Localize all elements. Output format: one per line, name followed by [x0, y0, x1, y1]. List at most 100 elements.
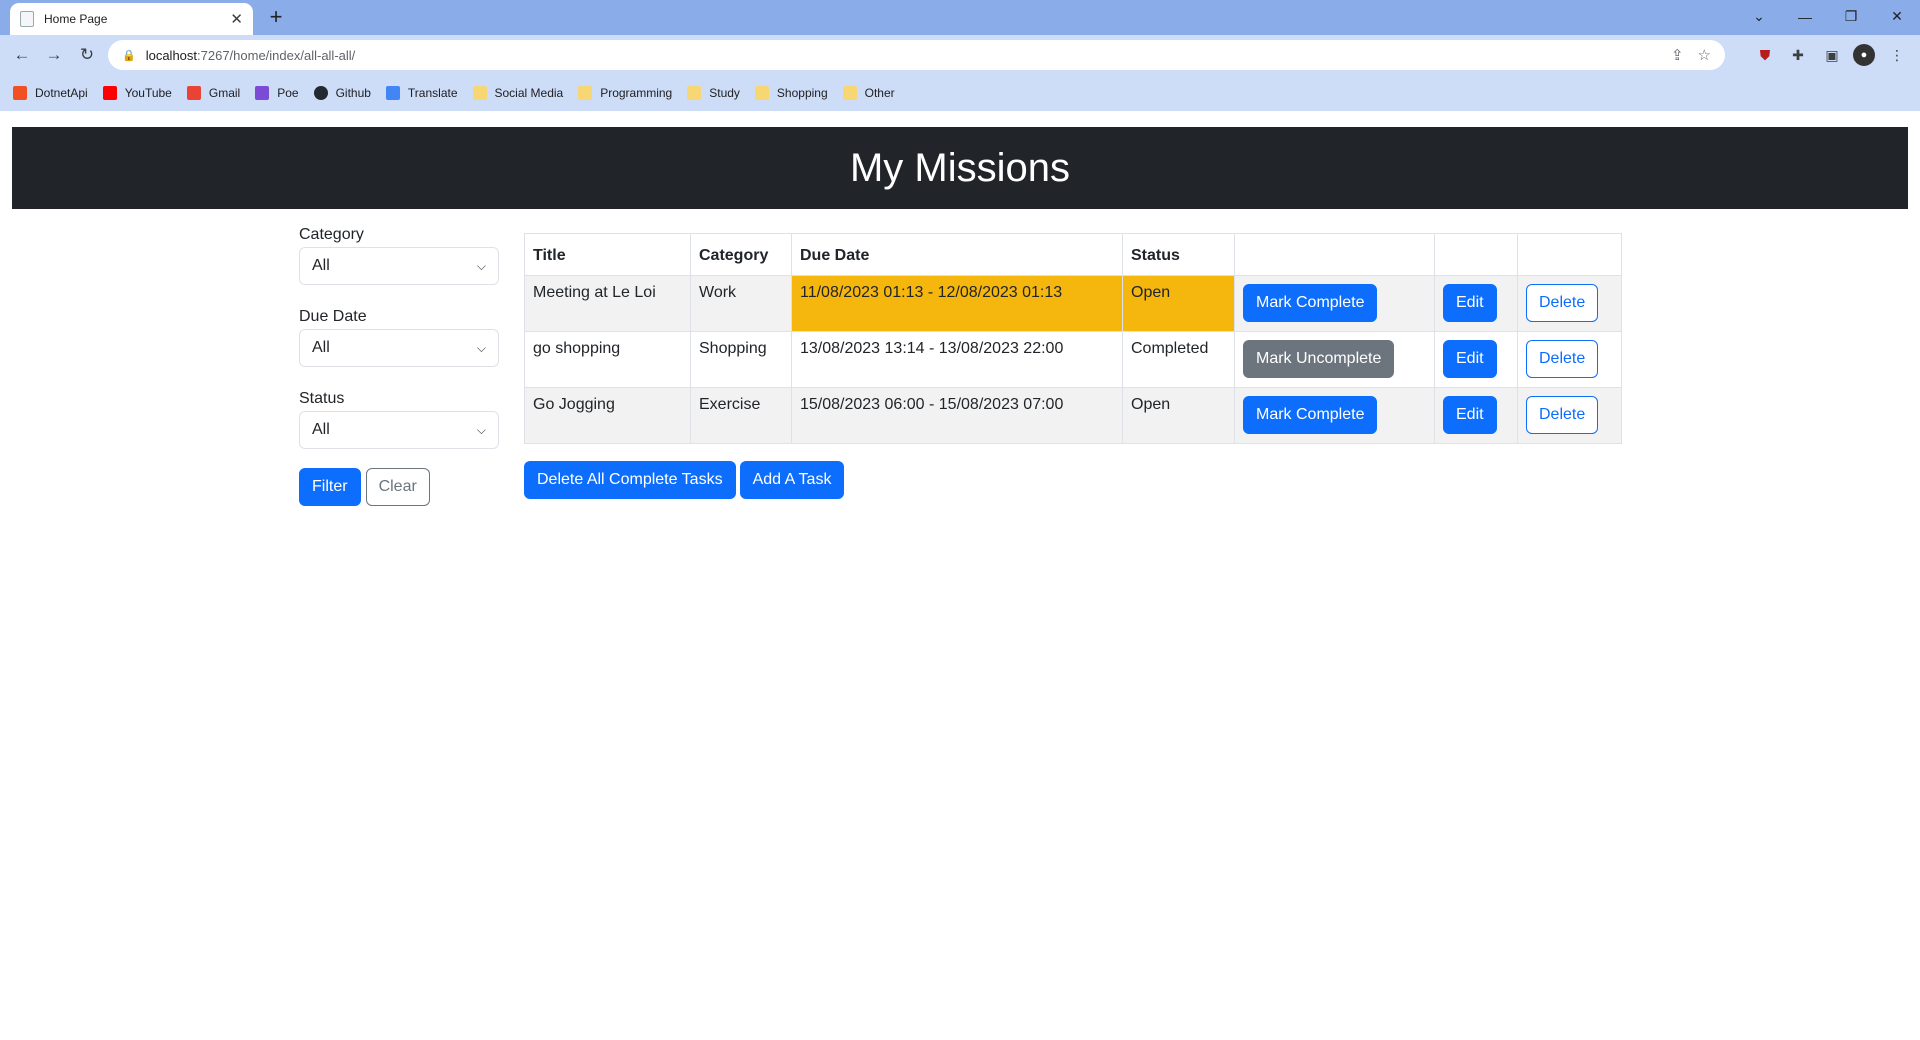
table-header-row: Title Category Due Date Status — [524, 233, 1622, 276]
bookmarks-bar: DotnetApi YouTube Gmail Poe Github Trans… — [0, 75, 1920, 111]
chevron-down-icon: ⌵ — [476, 340, 486, 355]
github-icon — [313, 86, 328, 100]
bookmark-item[interactable]: YouTube — [102, 86, 172, 100]
delete-cell: Delete — [1517, 387, 1622, 444]
column-header-title: Title — [524, 233, 691, 276]
profile-avatar[interactable]: ● — [1853, 44, 1875, 66]
column-header-category: Category — [690, 233, 792, 276]
tab-close-icon[interactable]: ✕ — [230, 10, 243, 28]
menu-kebab-icon[interactable]: ⋮ — [1886, 44, 1908, 66]
edit-button[interactable]: Edit — [1443, 284, 1497, 322]
ublock-shield-icon[interactable]: ⛊ — [1754, 44, 1776, 66]
gmail-icon — [186, 86, 201, 100]
delete-button[interactable]: Delete — [1526, 396, 1599, 434]
column-header-status: Status — [1122, 233, 1235, 276]
tab-title: Home Page — [44, 12, 108, 26]
poe-icon — [255, 86, 270, 100]
restore-icon[interactable]: ❐ — [1828, 0, 1874, 33]
task-title: Go Jogging — [524, 387, 691, 444]
bookmark-star-icon[interactable]: ☆ — [1698, 46, 1711, 64]
task-category: Shopping — [690, 331, 792, 388]
edit-cell: Edit — [1434, 275, 1518, 332]
window-close-icon[interactable]: ✕ — [1874, 0, 1920, 33]
task-title: go shopping — [524, 331, 691, 388]
folder-icon — [842, 86, 857, 100]
task-due-date: 11/08/2023 01:13 - 12/08/2023 01:13 — [791, 275, 1123, 332]
browser-toolbar: ← → ↻ 🔒 localhost:7267/home/index/all-al… — [0, 35, 1920, 75]
task-status: Completed — [1122, 331, 1235, 388]
column-header-delete — [1517, 233, 1622, 276]
new-tab-icon[interactable]: + — [264, 4, 288, 30]
url-text: localhost:7267/home/index/all-all-all/ — [145, 47, 356, 63]
bookmark-folder[interactable]: Other — [842, 86, 895, 100]
bookmark-item[interactable]: Github — [313, 86, 371, 100]
task-due-date: 15/08/2023 06:00 - 15/08/2023 07:00 — [791, 387, 1123, 444]
extensions-puzzle-icon[interactable]: ✚ — [1787, 44, 1809, 66]
column-header-due-date: Due Date — [791, 233, 1123, 276]
folder-icon — [472, 86, 487, 100]
chevron-down-icon: ⌵ — [476, 258, 486, 273]
folder-icon — [754, 86, 769, 100]
bookmark-folder[interactable]: Study — [687, 86, 740, 100]
mark-complete-button[interactable]: Mark Complete — [1243, 396, 1378, 434]
page-header: My Missions — [12, 127, 1908, 209]
mark-complete-button[interactable]: Mark Complete — [1243, 284, 1378, 322]
task-status: Open — [1122, 275, 1235, 332]
window-controls: ⌄ — ❐ ✕ — [1736, 0, 1920, 35]
delete-button[interactable]: Delete — [1526, 284, 1599, 322]
category-select[interactable]: All ⌵ — [299, 247, 499, 285]
reload-icon[interactable]: ↻ — [75, 43, 99, 67]
share-icon[interactable]: ⇪ — [1671, 46, 1684, 64]
edit-button[interactable]: Edit — [1443, 340, 1497, 378]
edit-cell: Edit — [1434, 331, 1518, 388]
due-date-select[interactable]: All ⌵ — [299, 329, 499, 367]
task-category: Work — [690, 275, 792, 332]
task-due-date: 13/08/2023 13:14 - 13/08/2023 22:00 — [791, 331, 1123, 388]
delete-all-complete-button[interactable]: Delete All Complete Tasks — [524, 461, 736, 499]
column-header-toggle — [1234, 233, 1435, 276]
status-label: Status — [299, 390, 345, 407]
clear-button[interactable]: Clear — [365, 468, 430, 506]
bookmark-folder[interactable]: Social Media — [472, 86, 563, 100]
toggle-cell: Mark Complete — [1234, 387, 1435, 444]
bookmark-item[interactable]: Gmail — [186, 86, 240, 100]
forward-icon[interactable]: → — [42, 43, 66, 67]
bookmark-item[interactable]: Translate — [385, 86, 458, 100]
task-title: Meeting at Le Loi — [524, 275, 691, 332]
tasks-table: Title Category Due Date Status Meeting a… — [524, 233, 1622, 444]
bookmark-item[interactable]: Poe — [255, 86, 299, 100]
bookmark-icon — [13, 86, 27, 100]
mark-uncomplete-button[interactable]: Mark Uncomplete — [1243, 340, 1395, 378]
filter-button[interactable]: Filter — [299, 468, 361, 506]
category-select-value: All — [312, 257, 330, 274]
edit-cell: Edit — [1434, 387, 1518, 444]
column-header-edit — [1434, 233, 1518, 276]
delete-cell: Delete — [1517, 331, 1622, 388]
delete-button[interactable]: Delete — [1526, 340, 1599, 378]
folder-icon — [687, 86, 702, 100]
lock-icon[interactable]: 🔒 — [122, 49, 136, 62]
browser-tab-strip: Home Page ✕ + ⌄ — ❐ ✕ — [0, 0, 1920, 35]
filter-panel: Category All ⌵ Due Date All ⌵ Status All… — [299, 226, 499, 506]
toggle-cell: Mark Complete — [1234, 275, 1435, 332]
task-category: Exercise — [690, 387, 792, 444]
edit-button[interactable]: Edit — [1443, 396, 1497, 434]
add-task-button[interactable]: Add A Task — [739, 461, 845, 499]
back-icon[interactable]: ← — [10, 43, 34, 67]
table-row: go shopping Shopping 13/08/2023 13:14 - … — [524, 331, 1622, 388]
status-select[interactable]: All ⌵ — [299, 411, 499, 449]
bookmark-item[interactable]: DotnetApi — [13, 86, 88, 100]
delete-cell: Delete — [1517, 275, 1622, 332]
minimize-icon[interactable]: — — [1782, 0, 1828, 33]
translate-icon — [385, 86, 400, 100]
page-favicon-icon — [20, 11, 34, 27]
page-title: My Missions — [849, 145, 1071, 190]
side-panel-icon[interactable]: ▣ — [1821, 44, 1843, 66]
due-date-select-value: All — [312, 339, 330, 356]
bookmark-folder[interactable]: Shopping — [754, 86, 828, 100]
bookmark-folder[interactable]: Programming — [578, 86, 672, 100]
folder-icon — [578, 86, 593, 100]
tab-search-icon[interactable]: ⌄ — [1736, 0, 1782, 33]
address-bar[interactable]: 🔒 localhost:7267/home/index/all-all-all/… — [108, 40, 1725, 70]
browser-tab[interactable]: Home Page ✕ — [10, 3, 253, 35]
